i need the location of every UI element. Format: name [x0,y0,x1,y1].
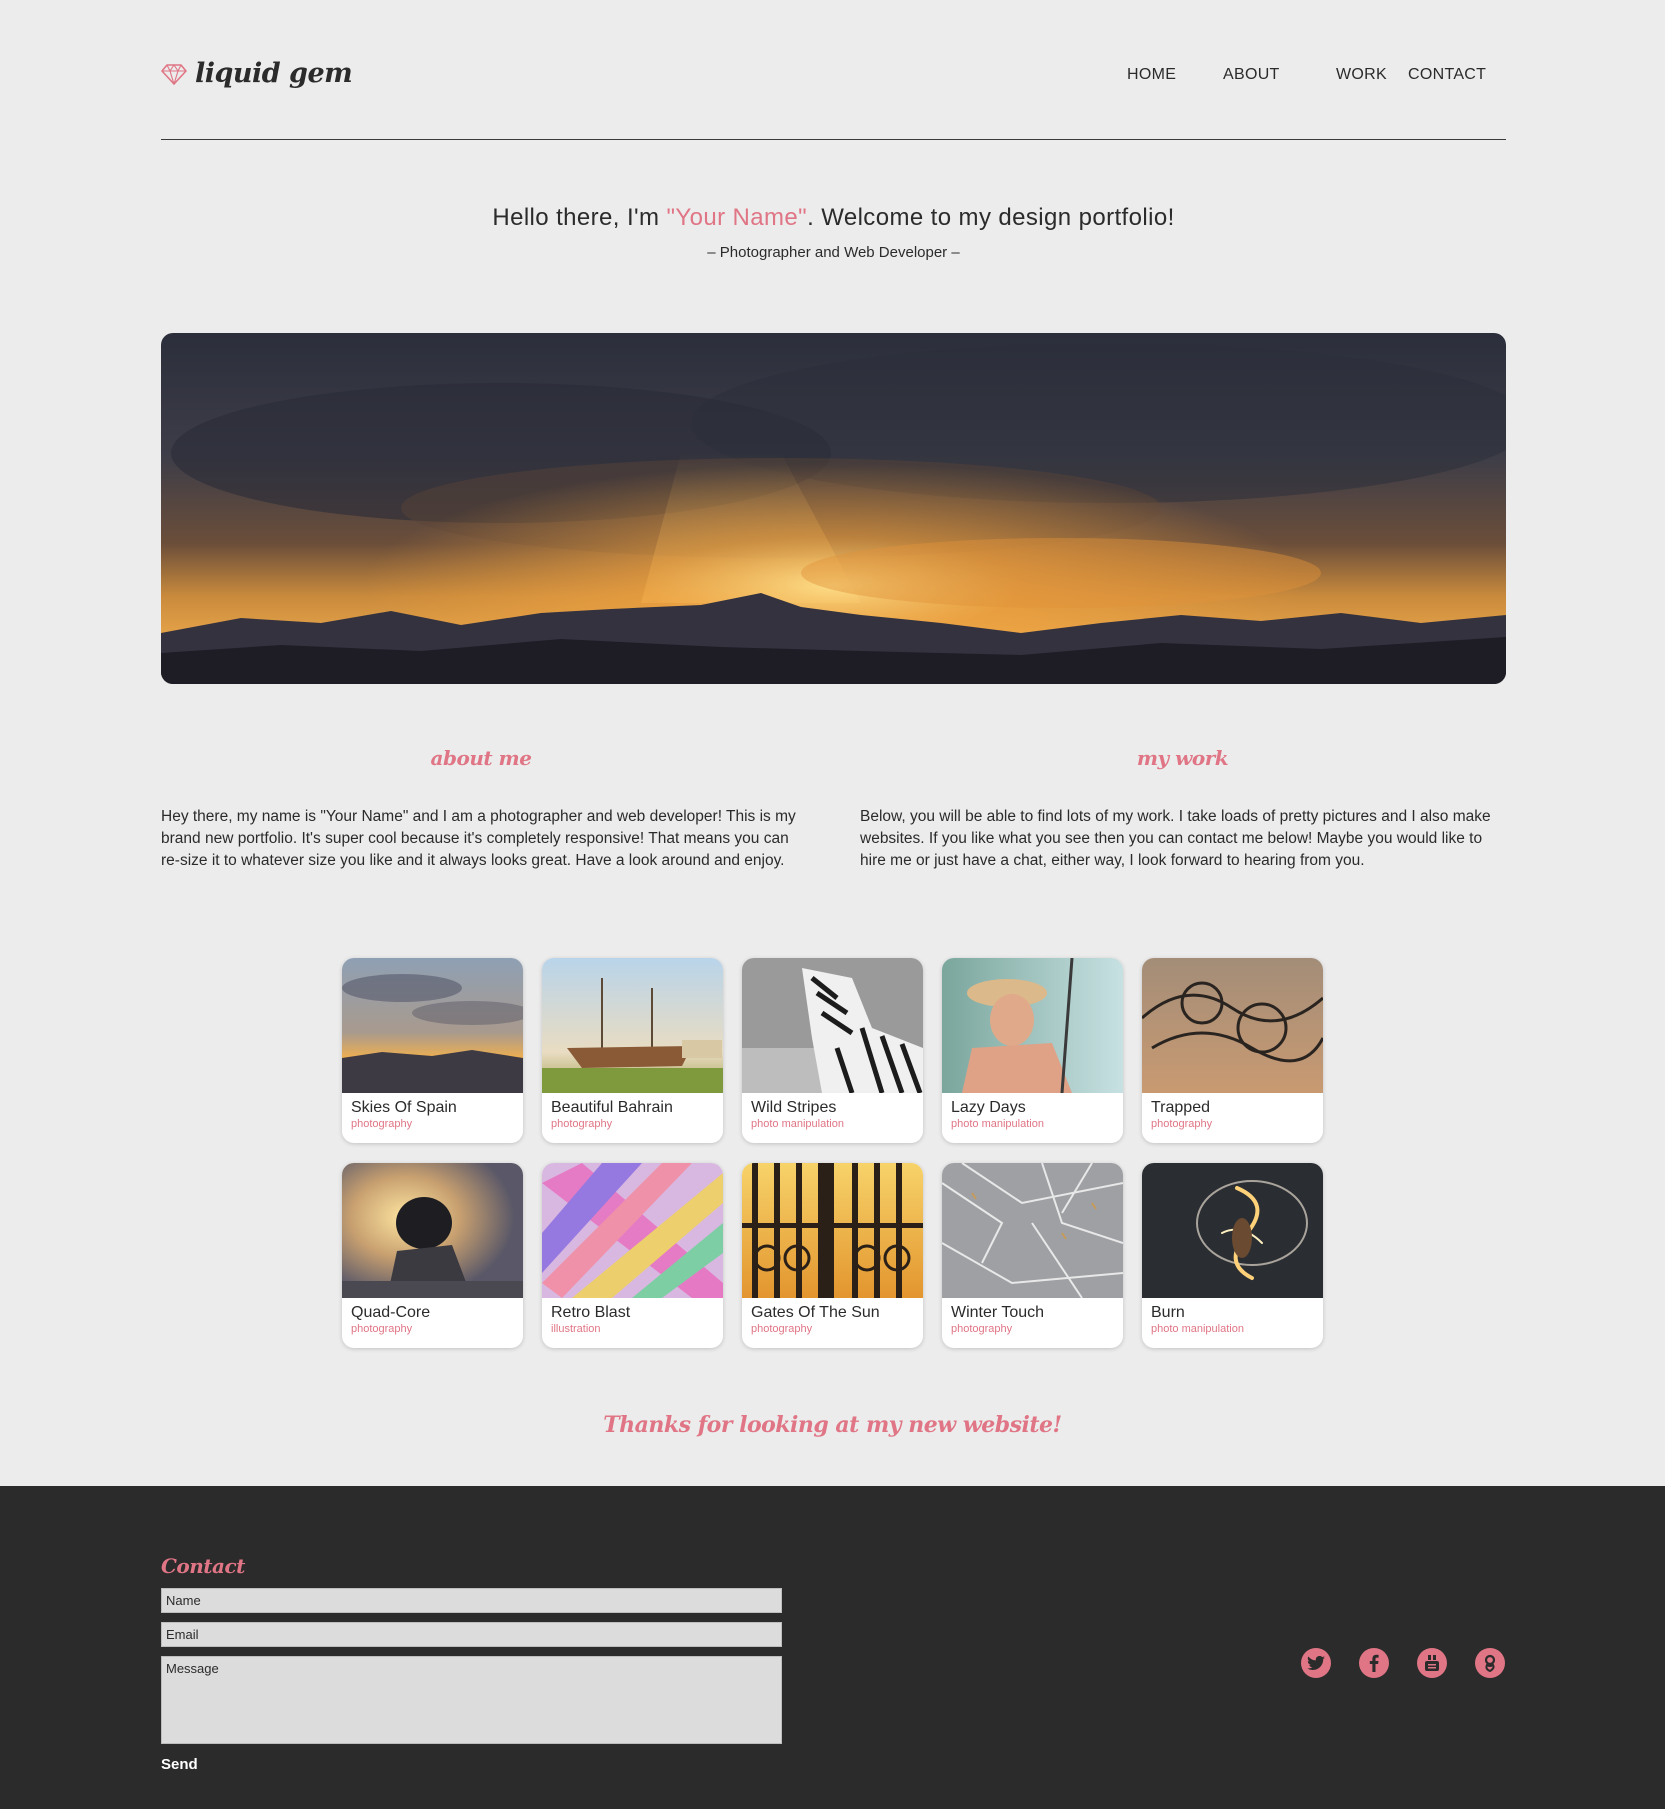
gallery-card[interactable]: Trapped photography [1142,958,1323,1143]
quad-core-thumbnail [342,1163,523,1298]
skies-of-spain-thumbnail [342,958,523,1093]
work-section: my work Below, you will be able to find … [860,746,1505,872]
lazy-days-thumbnail [942,958,1123,1093]
winter-touch-thumbnail [942,1163,1123,1298]
welcome-heading: Hello there, I'm "Your Name". Welcome to… [161,204,1506,232]
page: liquid gem HOME ABOUT WORK CONTACT Hello… [0,0,1665,1809]
main-nav: HOME ABOUT WORK CONTACT [1127,66,1506,84]
nav-about[interactable]: ABOUT [1209,66,1320,84]
gates-of-the-sun-thumbnail [742,1163,923,1298]
gallery-card[interactable]: Gates Of The Sun photography [742,1163,923,1348]
card-category: photo manipulation [751,1118,844,1130]
gallery-card[interactable]: Beautiful Bahrain photography [542,958,723,1143]
card-title: Lazy Days [951,1099,1026,1116]
thanks-message: Thanks for looking at my new website! [603,1412,1062,1438]
sunset-mountains-image [161,333,1506,684]
card-title: Skies Of Spain [351,1099,457,1116]
about-section: about me Hey there, my name is "Your Nam… [161,746,801,872]
card-category: photo manipulation [951,1118,1044,1130]
portfolio-gallery: Skies Of Spain photography Beautiful Bah… [342,958,1324,1348]
wild-stripes-thumbnail [742,958,923,1093]
gallery-card[interactable]: Retro Blast illustration [542,1163,723,1348]
logo[interactable]: liquid gem [161,58,353,89]
retro-blast-thumbnail [542,1163,723,1298]
greeting-before: Hello there, I'm [492,204,667,231]
youtube-icon[interactable] [1417,1648,1447,1678]
card-category: illustration [551,1323,601,1335]
site-header: liquid gem HOME ABOUT WORK CONTACT [161,0,1506,140]
nav-work[interactable]: WORK [1320,66,1408,84]
gallery-card[interactable]: Burn photo manipulation [1142,1163,1323,1348]
card-category: photography [351,1118,413,1130]
main-section: liquid gem HOME ABOUT WORK CONTACT Hello… [0,0,1665,1486]
twitter-icon[interactable] [1301,1648,1331,1678]
card-title: Burn [1151,1304,1185,1321]
card-category: photography [751,1323,813,1335]
card-title: Retro Blast [551,1304,631,1321]
hero-image [161,333,1506,684]
name-field[interactable] [161,1588,782,1613]
contact-form: Contact Send [161,1554,782,1774]
work-text: Below, you will be able to find lots of … [860,808,1491,869]
intro: Hello there, I'm "Your Name". Welcome to… [161,204,1506,261]
tagline: – Photographer and Web Developer – [707,244,960,261]
message-field[interactable] [161,1656,782,1744]
gallery-card[interactable]: Quad-Core photography [342,1163,523,1348]
card-category: photography [351,1323,413,1335]
card-category: photography [551,1118,613,1130]
diamond-icon [161,63,187,85]
gallery-card[interactable]: Winter Touch photography [942,1163,1123,1348]
about-text: Hey there, my name is "Your Name" and I … [161,808,796,869]
google-plus-icon[interactable] [1475,1648,1505,1678]
nav-home[interactable]: HOME [1127,66,1209,84]
site-footer: Contact Send [0,1486,1665,1809]
card-title: Trapped [1151,1099,1210,1116]
greeting-after: . Welcome to my design portfolio! [807,204,1175,231]
card-title: Winter Touch [951,1304,1045,1321]
card-category: photography [1151,1118,1213,1130]
logo-text: liquid gem [195,58,353,89]
trapped-thumbnail [1142,958,1323,1093]
gallery-card[interactable]: Skies Of Spain photography [342,958,523,1143]
card-category: photo manipulation [1151,1323,1244,1335]
card-title: Gates Of The Sun [751,1304,880,1321]
work-title: my work [1136,746,1229,770]
social-links [1301,1648,1505,1678]
nav-contact[interactable]: CONTACT [1408,66,1506,84]
gallery-card[interactable]: Lazy Days photo manipulation [942,958,1123,1143]
card-category: photography [951,1323,1013,1335]
card-title: Beautiful Bahrain [551,1099,673,1116]
about-title: about me [430,746,532,770]
facebook-icon[interactable] [1359,1648,1389,1678]
email-field[interactable] [161,1622,782,1647]
burn-thumbnail [1142,1163,1323,1298]
beautiful-bahrain-thumbnail [542,958,723,1093]
highlighted-name: "Your Name" [666,204,808,231]
card-title: Quad-Core [351,1304,431,1321]
send-button[interactable]: Send [161,1756,198,1773]
card-title: Wild Stripes [751,1099,837,1116]
gallery-card[interactable]: Wild Stripes photo manipulation [742,958,923,1143]
contact-title: Contact [161,1554,245,1578]
